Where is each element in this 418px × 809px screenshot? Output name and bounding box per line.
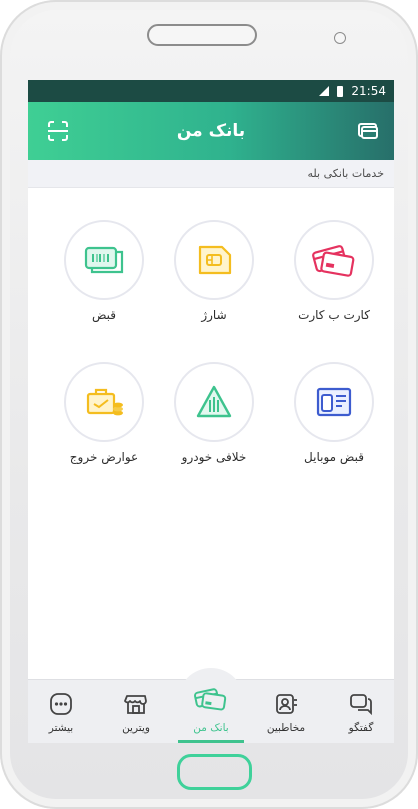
- service-label: کارت ب کارت: [298, 308, 370, 322]
- cards-icon[interactable]: [356, 119, 380, 143]
- app-bar: بانک من: [28, 102, 394, 160]
- service-circle: [64, 362, 144, 442]
- service-label: عوارض خروج: [69, 450, 139, 464]
- bill-icon: [84, 246, 124, 274]
- status-bar: 21:54: [28, 80, 394, 102]
- scan-icon[interactable]: [46, 119, 70, 143]
- battery-icon: [337, 85, 344, 97]
- service-traffic-fines[interactable]: خلافی خودرو: [159, 362, 269, 464]
- service-bill[interactable]: قبض: [49, 220, 159, 322]
- service-circle: [64, 220, 144, 300]
- status-time: 21:54: [351, 84, 386, 98]
- phone-camera: [334, 32, 346, 44]
- nav-item-chat[interactable]: گفتگو: [328, 680, 394, 743]
- more-icon: [50, 693, 72, 715]
- page-title: بانک من: [176, 121, 246, 141]
- service-label: قبض: [91, 308, 117, 322]
- nav-label: گفتگو: [348, 722, 374, 734]
- service-label: شارژ: [201, 308, 227, 322]
- nav-label: ویترین: [122, 722, 150, 734]
- bottom-nav: گفتگو مخاطبین بانک من ویترین بیشتر: [28, 668, 394, 743]
- nav-active-indicator: [178, 740, 244, 743]
- nav-item-showcase[interactable]: ویترین: [103, 680, 169, 743]
- signal-icon: [319, 86, 330, 96]
- nav-label: مخاطبین: [266, 722, 306, 734]
- nav-label-active: بانک من: [193, 722, 229, 734]
- section-title: خدمات بانکی بله: [307, 167, 384, 180]
- home-button[interactable]: [177, 754, 252, 790]
- contacts-icon: [276, 694, 297, 714]
- service-circle: [174, 362, 254, 442]
- service-mobile-bill[interactable]: قبض موبایل: [279, 362, 389, 464]
- screen: 21:54 بانک من خدمات بانکی بله کارت ب کار…: [28, 80, 394, 743]
- service-circle: [294, 362, 374, 442]
- service-card-to-card[interactable]: کارت ب کارت: [279, 220, 389, 322]
- traffic-warning-icon: [196, 385, 232, 418]
- service-charge[interactable]: شارژ: [159, 220, 269, 322]
- phone-frame: 21:54 بانک من خدمات بانکی بله کارت ب کار…: [0, 0, 418, 809]
- mobile-bill-icon: [316, 387, 352, 417]
- nav-item-contacts[interactable]: مخاطبین: [253, 680, 319, 743]
- chat-icon: [350, 694, 372, 716]
- store-icon: [124, 695, 147, 714]
- card-to-card-icon: [312, 245, 355, 277]
- phone-speaker: [147, 24, 257, 46]
- section-header: خدمات بانکی بله: [28, 160, 394, 188]
- nav-label: بیشتر: [48, 722, 74, 734]
- service-label: خلافی خودرو: [181, 450, 247, 464]
- service-exit-toll[interactable]: عوارض خروج: [49, 362, 159, 464]
- bank-cards-icon: [194, 688, 227, 711]
- service-circle: [174, 220, 254, 300]
- service-label: قبض موبایل: [304, 450, 364, 464]
- nav-item-more[interactable]: بیشتر: [28, 680, 94, 743]
- service-circle: [294, 220, 374, 300]
- exit-toll-icon: [86, 388, 123, 416]
- nav-item-my-bank[interactable]: بانک من: [178, 680, 244, 743]
- sim-charge-icon: [198, 245, 232, 275]
